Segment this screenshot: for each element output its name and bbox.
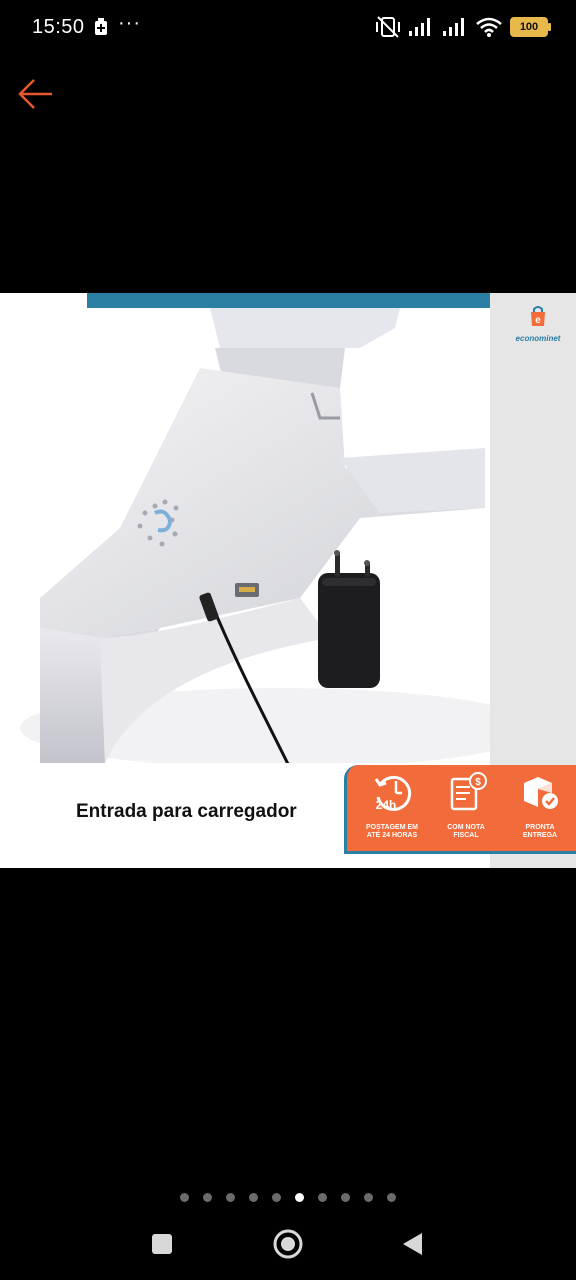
pager-dot[interactable] bbox=[226, 1193, 235, 1202]
badge-label-line: COM NOTA bbox=[447, 824, 485, 831]
status-icons: 100 bbox=[376, 14, 551, 40]
pager-dot[interactable] bbox=[364, 1193, 373, 1202]
badge-label-line: PRONTA bbox=[525, 824, 555, 831]
badge-label: POSTAGEM EM ATÉ 24 HORAS bbox=[355, 824, 429, 840]
pager-dot[interactable] bbox=[203, 1193, 212, 1202]
image-caption: Entrada para carregador bbox=[76, 801, 297, 822]
status-time: 15:50 bbox=[32, 16, 85, 38]
pager-dot[interactable] bbox=[295, 1193, 304, 1202]
signal-icon bbox=[409, 18, 430, 36]
product-image[interactable]: e econominet Entrada para carregador 24h… bbox=[0, 293, 576, 868]
badge-label-line: ATÉ 24 HORAS bbox=[366, 832, 418, 839]
image-top-banner bbox=[87, 293, 490, 308]
svg-text:e: e bbox=[535, 315, 541, 326]
nav-back-button[interactable] bbox=[400, 1231, 426, 1262]
badge-label-line: POSTAGEM EM bbox=[366, 824, 418, 831]
badge-invoice: $ COM NOTA FISCAL bbox=[429, 771, 503, 840]
home-button[interactable] bbox=[272, 1228, 304, 1265]
pager-dot[interactable] bbox=[249, 1193, 258, 1202]
arrow-left-icon bbox=[18, 79, 52, 109]
circle-icon bbox=[273, 1229, 303, 1259]
status-bar: 15:50 ··· 100 bbox=[0, 0, 576, 56]
signal-icon bbox=[443, 18, 464, 36]
pager-dot[interactable] bbox=[272, 1193, 281, 1202]
pager-dot[interactable] bbox=[341, 1193, 350, 1202]
badge-ready: PRONTA ENTREGA bbox=[503, 771, 576, 840]
system-nav-bar bbox=[0, 1215, 576, 1275]
badge-shipping: 24h POSTAGEM EM ATÉ 24 HORAS bbox=[355, 771, 429, 840]
shopping-bag-icon: e bbox=[531, 306, 545, 326]
badge-label-line: ENTREGA bbox=[522, 832, 558, 839]
svg-text:24h: 24h bbox=[376, 798, 397, 812]
invoice-icon: $ bbox=[450, 772, 487, 811]
recents-button[interactable] bbox=[150, 1232, 174, 1261]
clock-24h-icon: 24h bbox=[374, 775, 412, 812]
badge-label: PRONTA ENTREGA bbox=[503, 824, 576, 840]
product-photo bbox=[0, 308, 490, 763]
info-badge: 24h POSTAGEM EM ATÉ 24 HORAS $ COM NOTA … bbox=[344, 765, 576, 854]
pager-dot[interactable] bbox=[318, 1193, 327, 1202]
badge-label-line: FISCAL bbox=[453, 832, 479, 839]
box-check-icon bbox=[524, 777, 558, 809]
triangle-back-icon bbox=[403, 1233, 422, 1255]
brand-logo: e econominet bbox=[510, 305, 566, 345]
back-button[interactable] bbox=[16, 74, 56, 114]
pager-dot[interactable] bbox=[180, 1193, 189, 1202]
status-more-indicator: ··· bbox=[118, 12, 141, 34]
battery-icon: 100 bbox=[510, 17, 551, 37]
brand-name: econominet bbox=[515, 334, 561, 343]
wifi-icon bbox=[476, 17, 502, 37]
vibrate-off-icon bbox=[376, 16, 400, 38]
svg-text:$: $ bbox=[475, 777, 481, 788]
pager-dot[interactable] bbox=[387, 1193, 396, 1202]
battery-saver-icon bbox=[95, 18, 107, 35]
square-icon bbox=[152, 1234, 172, 1254]
gallery-pager[interactable] bbox=[0, 1193, 576, 1205]
badge-label: COM NOTA FISCAL bbox=[429, 824, 503, 840]
